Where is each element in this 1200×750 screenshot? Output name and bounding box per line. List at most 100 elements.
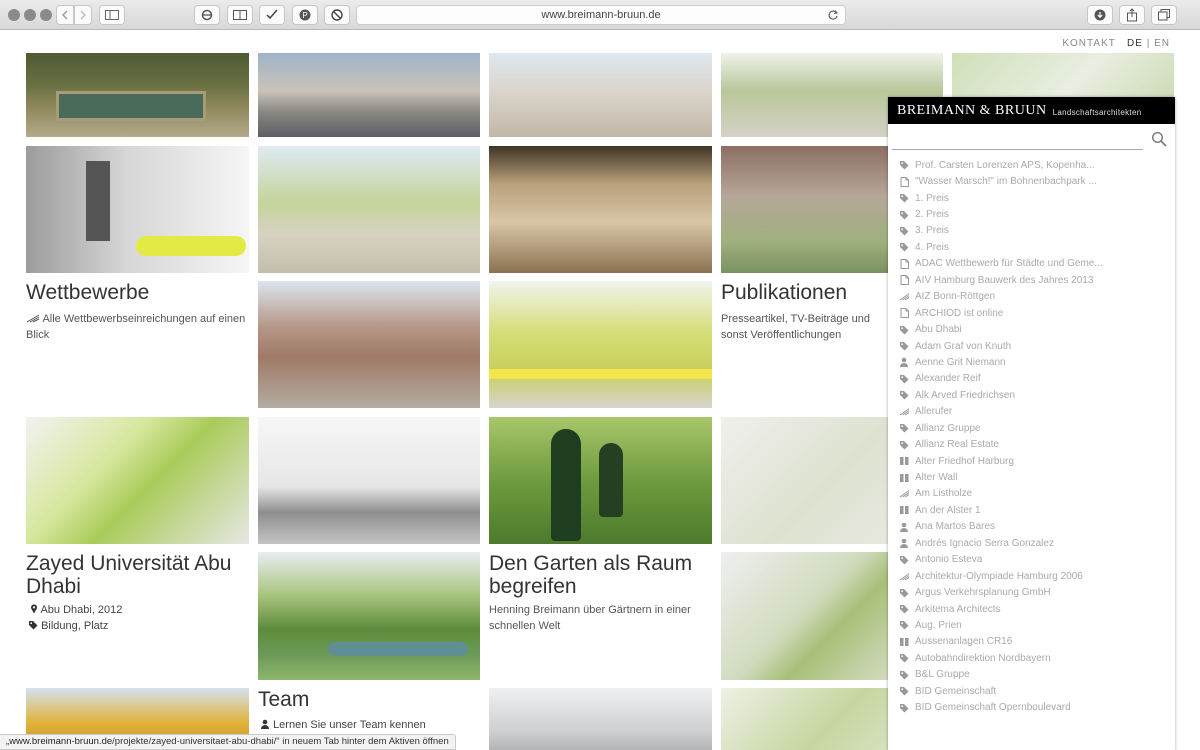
search-result-item[interactable]: 4. Preis [888,239,1175,255]
garten-title[interactable]: Den Garten als Raum begreifen [489,552,711,598]
search-result-item[interactable]: ARCHIOD ist online [888,305,1175,321]
search-result-item[interactable]: "Wasser Marsch!" im Bohnenbachpark ... [888,173,1175,189]
search-result-item[interactable]: Allianz Gruppe [888,420,1175,436]
search-result-item[interactable]: Antonio Esteva [888,552,1175,568]
sidebar-icon [105,10,119,20]
search-result-item[interactable]: Alter Wall [888,469,1175,485]
search-result-item[interactable]: Alexander Reif [888,371,1175,387]
search-result-item[interactable]: An der Alster 1 [888,502,1175,518]
person-icon [899,522,909,532]
chevron-right-icon [80,10,86,20]
zoom-window-button[interactable] [40,9,52,21]
brand-name: BREIMANN & BRUUN [897,102,1047,118]
project-image-street[interactable] [258,53,480,137]
search-result-item[interactable]: Autobahndirektion Nordbayern [888,650,1175,666]
minimize-window-button[interactable] [24,9,36,21]
search-input[interactable] [892,126,1143,148]
project-image-model[interactable] [489,146,712,273]
share-icon [1127,8,1137,22]
search-result-item[interactable]: Aussenanlagen CR16 [888,634,1175,650]
project-image-garden[interactable] [489,417,712,544]
search-result-item[interactable]: BID Gemeinschaft [888,683,1175,699]
language-en-link[interactable]: EN [1154,38,1170,49]
project-image-monument[interactable] [26,146,249,273]
search-result-label: An der Alster 1 [915,504,981,516]
project-image-fountain[interactable] [26,53,249,137]
search-result-label: Aenne Grit Niemann [915,356,1006,368]
search-result-item[interactable]: AIZ Bonn-Röttgen [888,289,1175,305]
search-result-item[interactable]: Adam Graf von Knuth [888,338,1175,354]
project-image-park-pond[interactable] [258,552,480,680]
search-result-label: B&L Gruppe [915,669,970,681]
search-result-item[interactable]: B&L Gruppe [888,667,1175,683]
search-result-item[interactable]: Alk Arved Friedrichsen [888,387,1175,403]
search-result-label: AIV Hamburg Bauwerk des Jahres 2013 [915,274,1094,286]
search-result-label: Aussenanlagen CR16 [915,636,1013,648]
tag-icon [899,341,909,351]
search-result-label: Autobahndirektion Nordbayern [915,652,1051,664]
search-result-label: "Wasser Marsch!" im Bohnenbachpark ... [915,176,1097,188]
search-result-item[interactable]: Abu Dhabi [888,321,1175,337]
brand-header[interactable]: BREIMANN & BRUUN Landschaftsarchitekten [888,97,1175,124]
share-button[interactable] [1119,5,1145,25]
reader-button[interactable] [227,5,253,25]
publikationen-title[interactable]: Publikationen [721,281,847,304]
search-result-label: AIZ Bonn-Röttgen [915,291,996,303]
search-result-item[interactable]: 2. Preis [888,206,1175,222]
zayed-title[interactable]: Zayed Universität Abu Dhabi [26,552,248,598]
search-result-item[interactable]: Argus Verkehrsplanung GmbH [888,584,1175,600]
compass-icon [899,292,909,302]
search-result-item[interactable]: Am Listholze [888,486,1175,502]
block-button[interactable] [324,5,350,25]
project-image-plaza[interactable] [489,53,712,137]
zayed-location-text: Abu Dhabi, 2012 [40,604,123,616]
pinterest-button[interactable]: P [292,5,318,25]
language-de-link[interactable]: DE [1127,38,1143,49]
tabs-overview-button[interactable] [1151,5,1177,25]
web-page: KONTAKT DE | EN Wettbewerbe Alle Wettbew… [0,31,1200,750]
w3c-validator-button[interactable] [259,5,285,25]
forward-button[interactable] [74,5,92,25]
search-result-item[interactable]: Aenne Grit Niemann [888,354,1175,370]
search-result-item[interactable]: Ana Martos Bares [888,519,1175,535]
search-result-item[interactable]: Alter Friedhof Harburg [888,453,1175,469]
tag-icon [899,670,909,680]
search-result-item[interactable]: Allerufer [888,404,1175,420]
search-result-label: 4. Preis [915,241,949,253]
wettbewerbe-title[interactable]: Wettbewerbe [26,281,149,304]
search-result-label: Alter Wall [915,472,958,484]
project-image-field-bw[interactable] [258,417,480,544]
search-result-item[interactable]: 3. Preis [888,223,1175,239]
address-bar[interactable]: www.breimann-bruun.de [356,5,846,25]
downloads-button[interactable] [1087,5,1113,25]
search-result-item[interactable]: Aug. Prien [888,617,1175,633]
sidebar-button[interactable] [99,5,125,25]
project-image-campus[interactable] [258,146,480,273]
back-button[interactable] [56,5,74,25]
search-result-item[interactable]: Architektur-Olympiade Hamburg 2006 [888,568,1175,584]
project-image-site-plan[interactable] [26,417,249,544]
search-result-item[interactable]: 1. Preis [888,190,1175,206]
project-image-winter[interactable] [489,688,712,750]
zayed-tags: Bildung, Platz [28,618,108,634]
search-result-item[interactable]: Allianz Real Estate [888,436,1175,452]
search-result-item[interactable]: Andrés Ignacio Serra Gonzalez [888,535,1175,551]
search-result-item[interactable]: Prof. Carsten Lorenzen APS, Kopenha... [888,157,1175,173]
project-image-yellow-trees[interactable] [489,281,712,408]
team-title[interactable]: Team [258,688,309,711]
ie-extension-button[interactable] [194,5,220,25]
close-window-button[interactable] [8,9,20,21]
search-icon[interactable] [1151,131,1167,147]
search-result-item[interactable]: ADAC Wettbewerb für Städte und Geme... [888,256,1175,272]
tag-icon [899,653,909,663]
chevron-left-icon [62,10,68,20]
wettbewerbe-description: Alle Wettbewerbseinreichungen auf einen … [26,313,246,341]
search-result-label: Allianz Gruppe [915,422,981,434]
project-icon [899,637,909,647]
search-result-item[interactable]: BID Gemeinschaft Opernboulevard [888,699,1175,715]
search-result-item[interactable]: AIV Hamburg Bauwerk des Jahres 2013 [888,272,1175,288]
project-image-building[interactable] [258,281,480,408]
reload-icon[interactable] [827,9,839,21]
search-result-item[interactable]: Arkitema Architects [888,601,1175,617]
kontakt-link[interactable]: KONTAKT [1062,38,1115,49]
